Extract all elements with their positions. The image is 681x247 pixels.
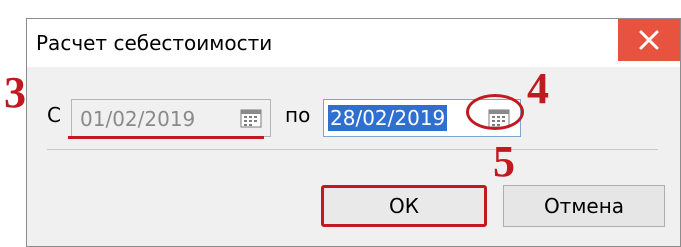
calendar-icon[interactable]	[240, 108, 262, 128]
cancel-button[interactable]: Отмена	[503, 185, 665, 227]
annotation-step-3: 3	[4, 68, 26, 117]
close-button[interactable]	[618, 19, 680, 61]
annotation-step-4: 4	[527, 64, 549, 113]
from-label: С	[47, 103, 61, 127]
ok-button[interactable]: ОК	[321, 185, 487, 227]
from-date-field[interactable]: 01/02/2019	[71, 99, 271, 137]
dialog-title: Расчет себестоимости	[36, 31, 273, 55]
title-bar: Расчет себестоимости	[27, 19, 680, 67]
to-date-value: 28/02/2019	[328, 105, 448, 131]
annotation-step-5: 5	[493, 137, 515, 186]
annotation-underline	[68, 136, 264, 139]
separator	[47, 149, 658, 150]
annotation-ellipse	[466, 94, 524, 130]
to-label: по	[285, 103, 311, 127]
from-date-value: 01/02/2019	[80, 107, 196, 131]
dialog-window: Расчет себестоимости С 01/02/2019 по 28/…	[26, 18, 681, 247]
close-icon	[639, 30, 659, 50]
